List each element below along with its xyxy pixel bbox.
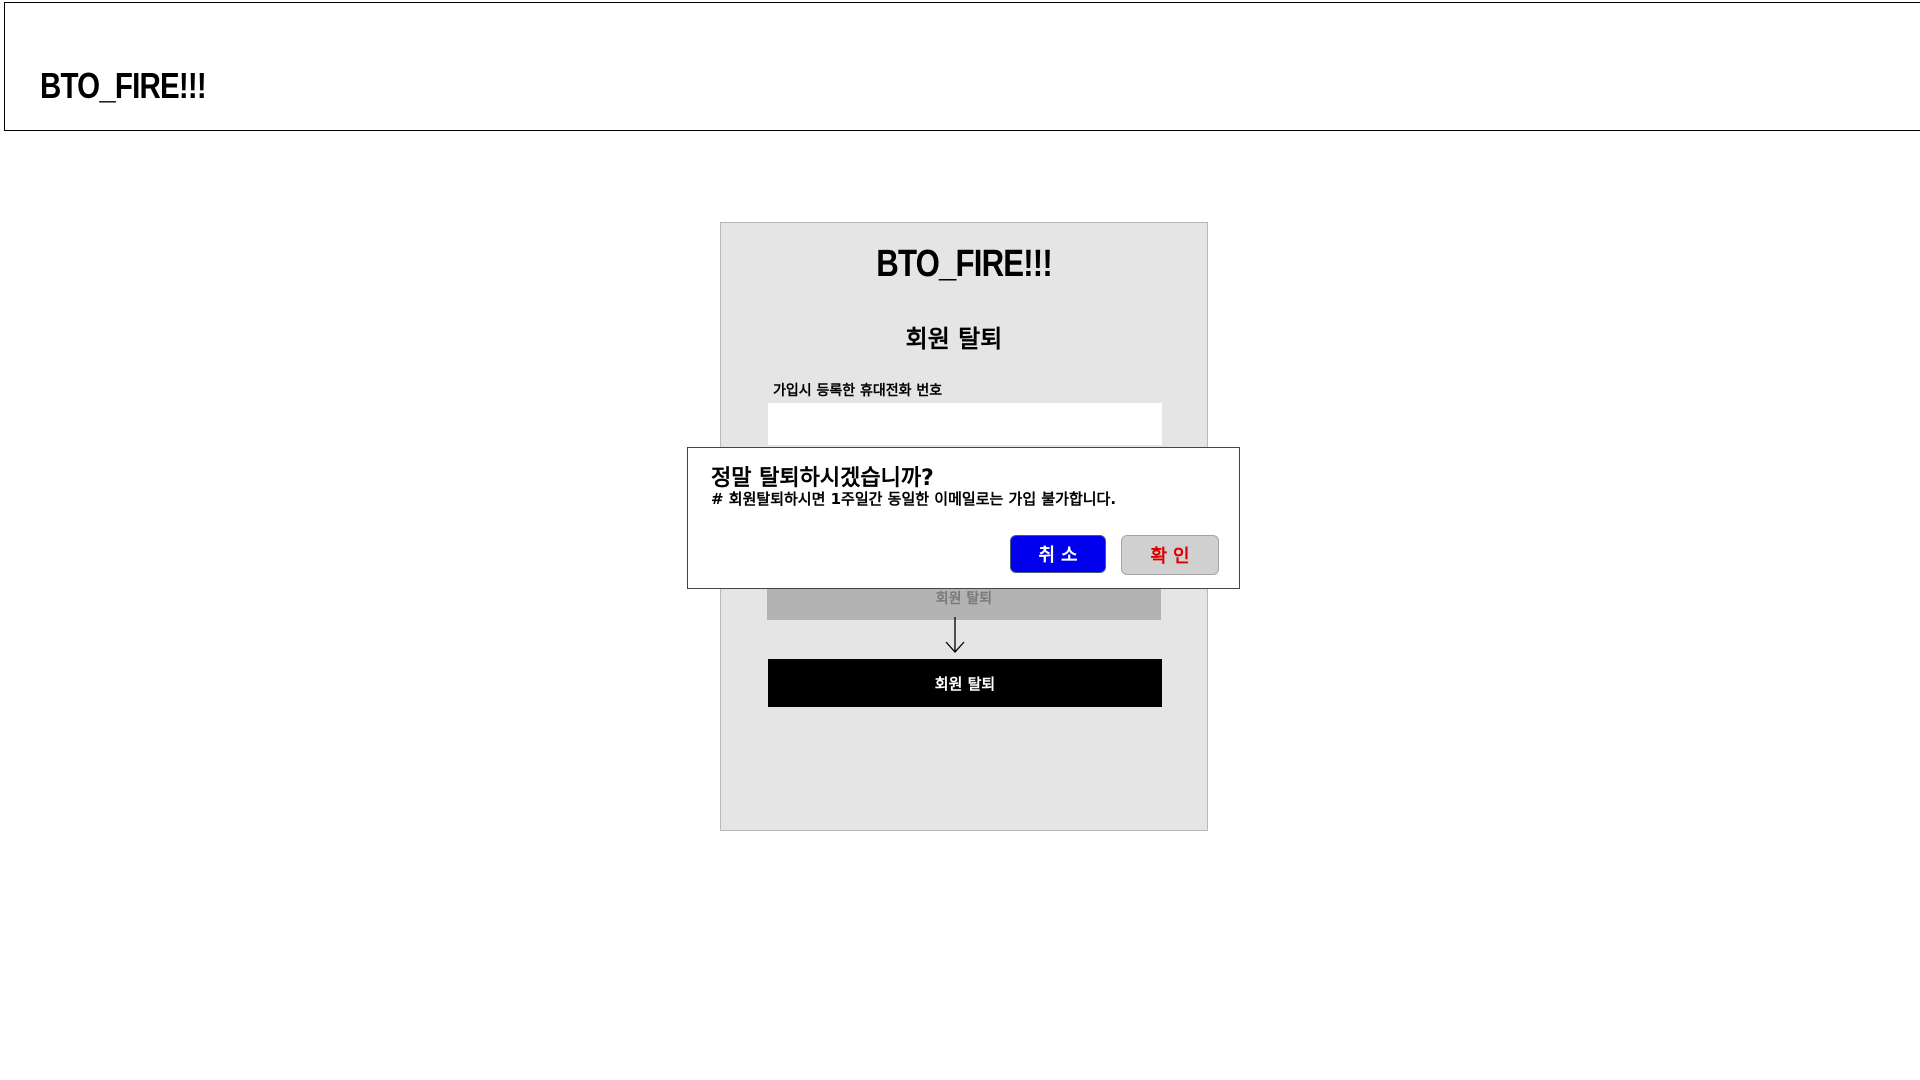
page-title: 회원 탈퇴 xyxy=(905,325,1003,353)
dialog-message: # 회원탈퇴하시면 1주일간 동일한 이메일로는 가입 불가합니다. xyxy=(711,490,1117,508)
arrow-down-icon xyxy=(945,617,965,653)
withdraw-button[interactable]: 회원 탈퇴 xyxy=(768,659,1162,707)
phone-input[interactable] xyxy=(768,403,1162,445)
phone-label: 가입시 등록한 휴대전화 번호 xyxy=(773,383,943,399)
confirm-dialog: 정말 탈퇴하시겠습니까? # 회원탈퇴하시면 1주일간 동일한 이메일로는 가입… xyxy=(687,447,1240,589)
page: BTO_FIRE!!! BTO_FIRE!!! 회원 탈퇴 가입시 등록한 휴대… xyxy=(0,0,1920,1080)
top-header: BTO_FIRE!!! xyxy=(4,2,1920,131)
confirm-button[interactable]: 확인 xyxy=(1121,535,1219,575)
card-logo: BTO_FIRE!!! xyxy=(721,243,1207,286)
card-logo-text: BTO_FIRE!!! xyxy=(876,243,1052,285)
header-logo[interactable]: BTO_FIRE!!! xyxy=(40,65,207,107)
cancel-button[interactable]: 취소 xyxy=(1010,535,1106,573)
